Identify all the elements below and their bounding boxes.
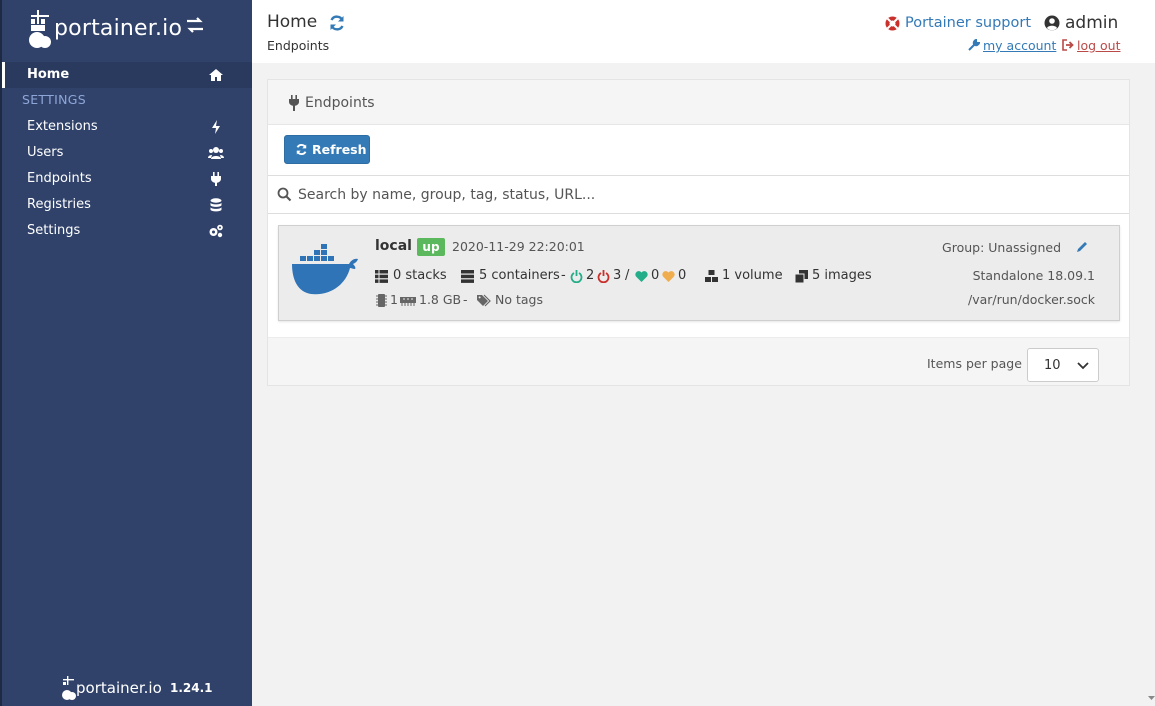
- footer-brand-name: portainer.io: [76, 679, 162, 697]
- breadcrumb: Endpoints: [267, 38, 330, 53]
- docker-whale-icon: [292, 244, 358, 295]
- page-title: Home: [267, 12, 318, 32]
- chevron-down-icon: [1077, 362, 1089, 370]
- stopped-count: 3: [613, 268, 622, 283]
- heartbeat-warning-icon: [662, 271, 675, 282]
- user-circle-icon: [1044, 15, 1060, 31]
- sidebar-item-label: Home: [27, 67, 70, 82]
- refresh-button-label: Refresh: [312, 142, 367, 157]
- clone-icon: [795, 270, 808, 283]
- endpoint-name: local: [375, 238, 412, 254]
- sidebar-item-label: Extensions: [27, 119, 98, 134]
- healthy-count: 0: [651, 268, 660, 283]
- refresh-icon[interactable]: [328, 14, 346, 32]
- items-per-page-label: Items per page: [927, 356, 1022, 371]
- sidebar-item-endpoints[interactable]: Endpoints: [2, 166, 252, 192]
- memory-icon: [400, 297, 416, 306]
- refresh-icon: [296, 143, 307, 156]
- sidebar-item-label: Settings: [27, 223, 81, 238]
- sidebar: portainer.io Home SETTINGS Extensions Us…: [0, 0, 252, 706]
- items-per-page-value: 10: [1044, 358, 1061, 373]
- search-bar: [268, 175, 1129, 214]
- items-per-page-select[interactable]: 10: [1027, 348, 1099, 382]
- endpoint-stats: 0 stacks 5 containers - 2 3 / 0 0 1 volu…: [375, 268, 895, 286]
- tags-icon: [477, 294, 491, 307]
- wrench-icon: [968, 39, 980, 51]
- endpoint-item[interactable]: local up 2020-11-29 22:20:01 Group: Unas…: [278, 225, 1120, 321]
- sidebar-item-label: Registries: [27, 197, 91, 212]
- logout-label: log out: [1077, 38, 1121, 53]
- tags-label: No tags: [495, 292, 543, 307]
- scroll-down-arrow-icon[interactable]: [1148, 694, 1155, 702]
- volumes-count: 1 volume: [722, 268, 783, 283]
- microchip-icon: [376, 294, 387, 307]
- heartbeat-icon: [635, 271, 648, 282]
- cpu-count: 1: [390, 292, 398, 307]
- stats-slash: /: [625, 268, 630, 283]
- support-label: Portainer support: [905, 15, 1032, 31]
- sidebar-item-registries[interactable]: Registries: [2, 192, 252, 218]
- server-icon: [461, 270, 474, 283]
- sidebar-item-label: Endpoints: [27, 171, 92, 186]
- status-badge: up: [417, 238, 445, 256]
- plug-icon: [289, 95, 299, 111]
- my-account-label: my account: [983, 38, 1057, 53]
- sign-out-icon: [1062, 39, 1074, 51]
- settings-heading: SETTINGS: [22, 92, 86, 107]
- username: admin: [1065, 13, 1119, 33]
- endpoints-widget: Endpoints Refresh local up 2020-11-2: [267, 79, 1130, 386]
- pagination-footer: Items per page 10: [268, 337, 1129, 385]
- resources-separator: -: [463, 292, 468, 307]
- endpoint-timestamp: 2020-11-29 22:20:01: [452, 239, 585, 254]
- running-count: 2: [586, 268, 595, 283]
- stacks-count: 0 stacks: [393, 268, 447, 283]
- sidebar-toggle-icon[interactable]: [184, 14, 206, 36]
- cogs-icon: [209, 224, 223, 238]
- endpoint-group: Group: Unassigned: [942, 240, 1061, 255]
- search-input[interactable]: [298, 182, 1098, 208]
- refresh-button[interactable]: Refresh: [284, 135, 370, 164]
- page-header: Home Endpoints Portainer support admin m…: [252, 0, 1155, 63]
- stats-separator: -: [561, 268, 566, 283]
- footer-brand: portainer.io 1.24.1: [60, 676, 230, 702]
- pencil-icon[interactable]: [1075, 240, 1089, 254]
- images-count: 5 images: [812, 268, 872, 283]
- power-on-icon: [570, 270, 583, 283]
- sidebar-item-settings[interactable]: Settings: [2, 218, 252, 244]
- widget-title: Endpoints: [305, 95, 375, 111]
- unhealthy-count: 0: [678, 268, 687, 283]
- brand-name: portainer.io: [54, 16, 183, 41]
- portainer-logo-icon: [29, 10, 51, 48]
- bolt-icon: [212, 120, 220, 134]
- endpoint-resources: 1 1.8 GB - No tags: [375, 292, 675, 310]
- engine-version: Standalone 18.09.1: [972, 268, 1095, 283]
- sidebar-item-home[interactable]: Home: [2, 62, 252, 88]
- logout-link[interactable]: log out: [1062, 38, 1121, 53]
- database-icon: [210, 198, 222, 212]
- widget-header: Endpoints: [268, 80, 1129, 125]
- home-icon: [209, 69, 223, 81]
- th-list-icon: [375, 270, 388, 283]
- cubes-icon: [705, 270, 718, 282]
- version-label: 1.24.1: [170, 681, 213, 695]
- plug-icon: [211, 172, 221, 186]
- endpoint-url: /var/run/docker.sock: [968, 292, 1095, 307]
- power-off-icon: [597, 270, 610, 283]
- my-account-link[interactable]: my account: [968, 38, 1056, 53]
- users-icon: [208, 147, 224, 159]
- memory-size: 1.8 GB: [419, 292, 462, 307]
- life-ring-icon: [885, 16, 900, 31]
- sidebar-item-extensions[interactable]: Extensions: [2, 114, 252, 140]
- sidebar-item-label: Users: [27, 145, 64, 160]
- search-icon: [277, 187, 292, 202]
- sidebar-item-users[interactable]: Users: [2, 140, 252, 166]
- containers-count: 5 containers: [479, 268, 560, 283]
